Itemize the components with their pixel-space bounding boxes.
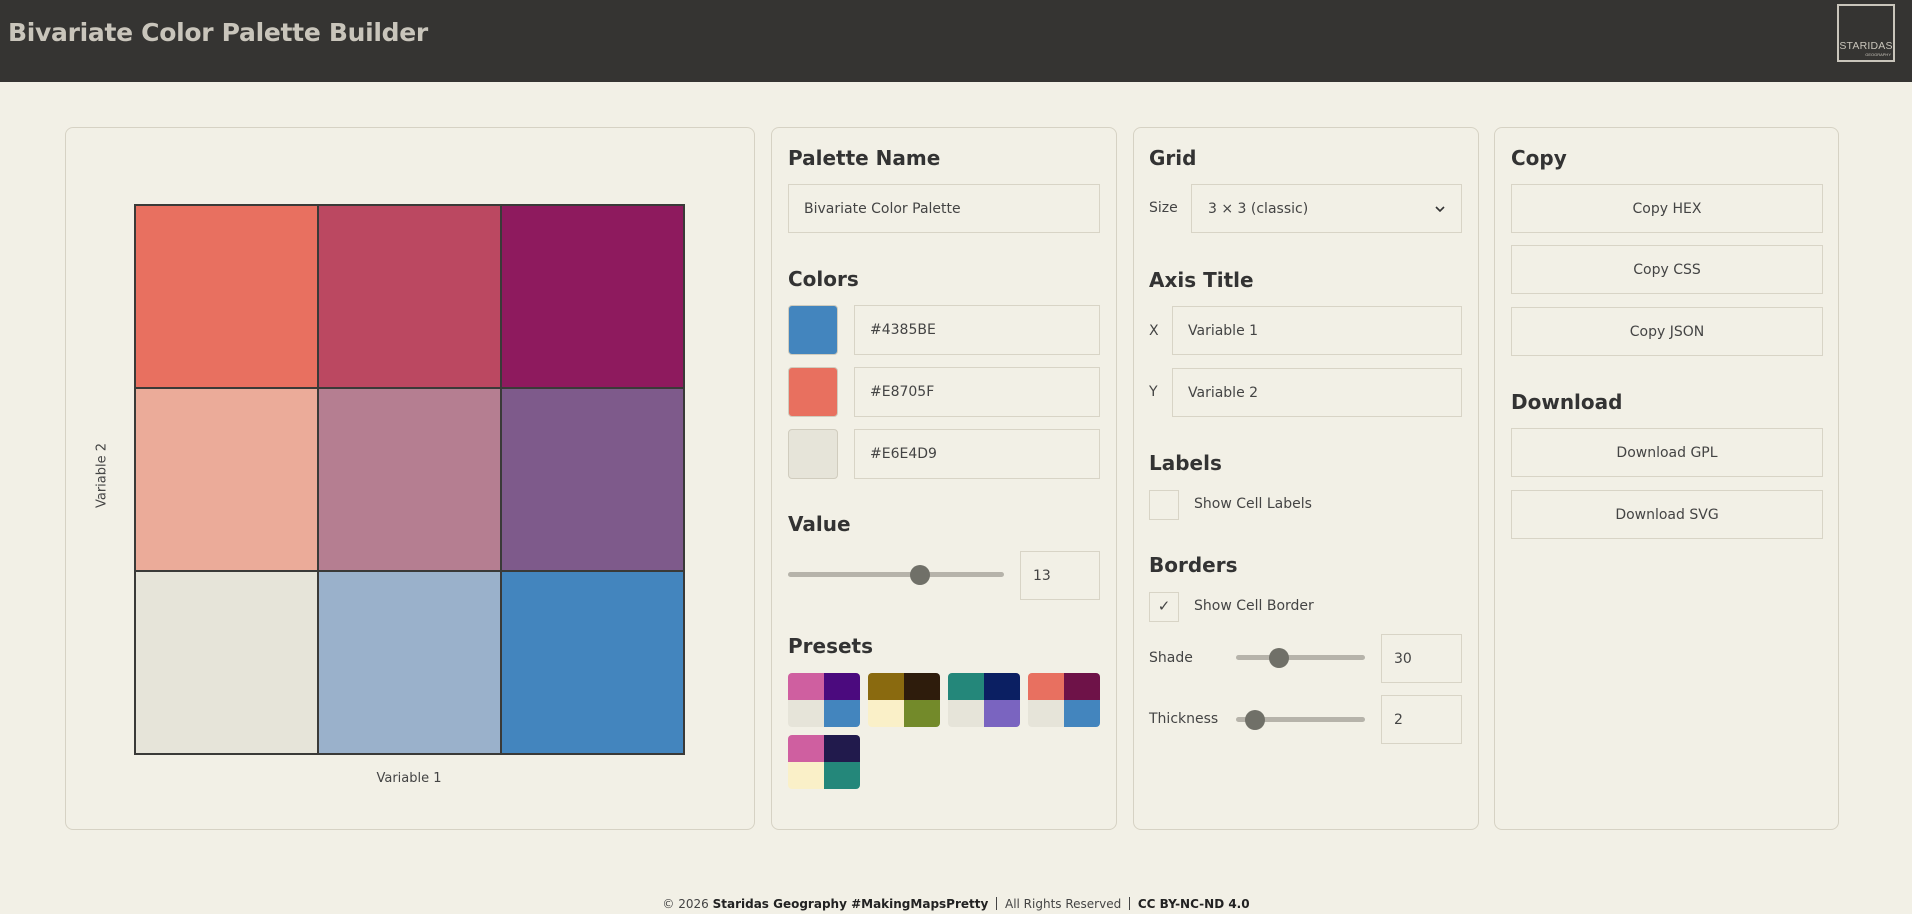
color-swatch-1[interactable] <box>788 305 838 355</box>
copy-json-button[interactable]: Copy JSON <box>1511 307 1823 356</box>
grid-cell <box>135 388 318 571</box>
grid-cell <box>501 388 684 571</box>
preset-swatch[interactable] <box>1028 673 1100 727</box>
chevron-down-icon <box>1435 205 1445 212</box>
grid-cell <box>501 571 684 754</box>
grid-size-value: 3 × 3 (classic) <box>1208 200 1309 217</box>
shade-label: Shade <box>1149 650 1193 666</box>
palette-name-heading: Palette Name <box>788 146 941 170</box>
grid-cell <box>318 571 501 754</box>
bivariate-grid <box>134 204 685 755</box>
logo-line1: STARIDAS <box>1839 40 1893 52</box>
labels-heading: Labels <box>1149 451 1222 475</box>
grid-cell <box>501 205 684 388</box>
footer-divider <box>1129 897 1131 910</box>
thickness-input[interactable]: 2 <box>1381 695 1462 744</box>
footer-license-link[interactable]: CC BY-NC-ND 4.0 <box>1138 897 1250 911</box>
value-slider-track <box>788 572 1004 577</box>
app-title: Bivariate Color Palette Builder <box>8 18 428 47</box>
palette-name-input[interactable]: Bivariate Color Palette <box>788 184 1100 233</box>
shade-slider[interactable] <box>1236 648 1365 668</box>
footer-rights: All Rights Reserved <box>1004 897 1122 911</box>
color-swatch-2[interactable] <box>788 367 838 417</box>
app-header: Bivariate Color Palette Builder STARIDAS… <box>0 0 1912 82</box>
grid-cell <box>135 571 318 754</box>
footer: © 2026 Staridas Geography #MakingMapsPre… <box>0 897 1912 911</box>
download-heading: Download <box>1511 390 1623 414</box>
size-label: Size <box>1149 200 1178 216</box>
preset-swatch[interactable] <box>788 673 860 727</box>
grid-size-select[interactable]: 3 × 3 (classic) <box>1191 184 1462 233</box>
y-title-label: Y <box>1149 384 1158 400</box>
grid-cell <box>135 205 318 388</box>
download-gpl-button[interactable]: Download GPL <box>1511 428 1823 477</box>
value-input[interactable]: 13 <box>1020 551 1100 600</box>
presets-heading: Presets <box>788 634 874 658</box>
y-axis-title-input[interactable]: Variable 2 <box>1172 368 1462 417</box>
color-swatch-3[interactable] <box>788 429 838 479</box>
footer-brand-link[interactable]: Staridas Geography #MakingMapsPretty <box>713 897 989 911</box>
y-axis-label: Variable 2 <box>94 442 110 509</box>
thickness-label: Thickness <box>1149 711 1219 727</box>
export-card: Copy Copy HEX Copy CSS Copy JSON Downloa… <box>1494 127 1839 830</box>
preview-card: Variable 2 Variable 1 <box>65 127 755 830</box>
grid-cell <box>318 388 501 571</box>
value-heading: Value <box>788 512 851 536</box>
x-title-label: X <box>1149 323 1159 339</box>
staridas-logo[interactable]: STARIDAS GEOGRAPHY <box>1837 4 1895 62</box>
color-hex-input-1[interactable]: #4385BE <box>854 305 1100 355</box>
preset-swatch[interactable] <box>868 673 940 727</box>
show-cell-labels-label: Show Cell Labels <box>1194 496 1312 512</box>
shade-slider-thumb[interactable] <box>1268 648 1289 668</box>
grid-card: Grid Size 3 × 3 (classic) Axis Title X V… <box>1133 127 1479 830</box>
color-hex-input-3[interactable]: #E6E4D9 <box>854 429 1100 479</box>
grid-heading: Grid <box>1149 146 1197 170</box>
show-cell-border-checkbox[interactable]: ✓ <box>1149 592 1179 622</box>
check-icon: ✓ <box>1157 598 1171 615</box>
value-slider-thumb[interactable] <box>909 565 930 585</box>
preset-swatch[interactable] <box>948 673 1020 727</box>
x-axis-title-input[interactable]: Variable 1 <box>1172 306 1462 355</box>
x-axis-label: Variable 1 <box>376 771 442 786</box>
footer-copyright: © 2026 <box>662 897 709 911</box>
shade-slider-track <box>1236 655 1365 660</box>
axis-title-heading: Axis Title <box>1149 268 1254 292</box>
value-slider[interactable] <box>788 565 1004 585</box>
borders-heading: Borders <box>1149 553 1238 577</box>
copy-hex-button[interactable]: Copy HEX <box>1511 184 1823 233</box>
shade-input[interactable]: 30 <box>1381 634 1462 683</box>
palette-card: Palette Name Bivariate Color Palette Col… <box>771 127 1117 830</box>
colors-heading: Colors <box>788 267 859 291</box>
preset-swatch[interactable] <box>788 735 860 789</box>
copy-css-button[interactable]: Copy CSS <box>1511 245 1823 294</box>
thickness-slider-thumb[interactable] <box>1244 710 1265 730</box>
footer-divider <box>996 897 998 910</box>
logo-line2: GEOGRAPHY <box>1865 52 1891 57</box>
copy-heading: Copy <box>1511 146 1567 170</box>
show-cell-labels-checkbox[interactable] <box>1149 490 1179 520</box>
grid-cell <box>318 205 501 388</box>
show-cell-border-label: Show Cell Border <box>1194 598 1314 614</box>
thickness-slider[interactable] <box>1236 710 1365 730</box>
color-hex-input-2[interactable]: #E8705F <box>854 367 1100 417</box>
download-svg-button[interactable]: Download SVG <box>1511 490 1823 539</box>
